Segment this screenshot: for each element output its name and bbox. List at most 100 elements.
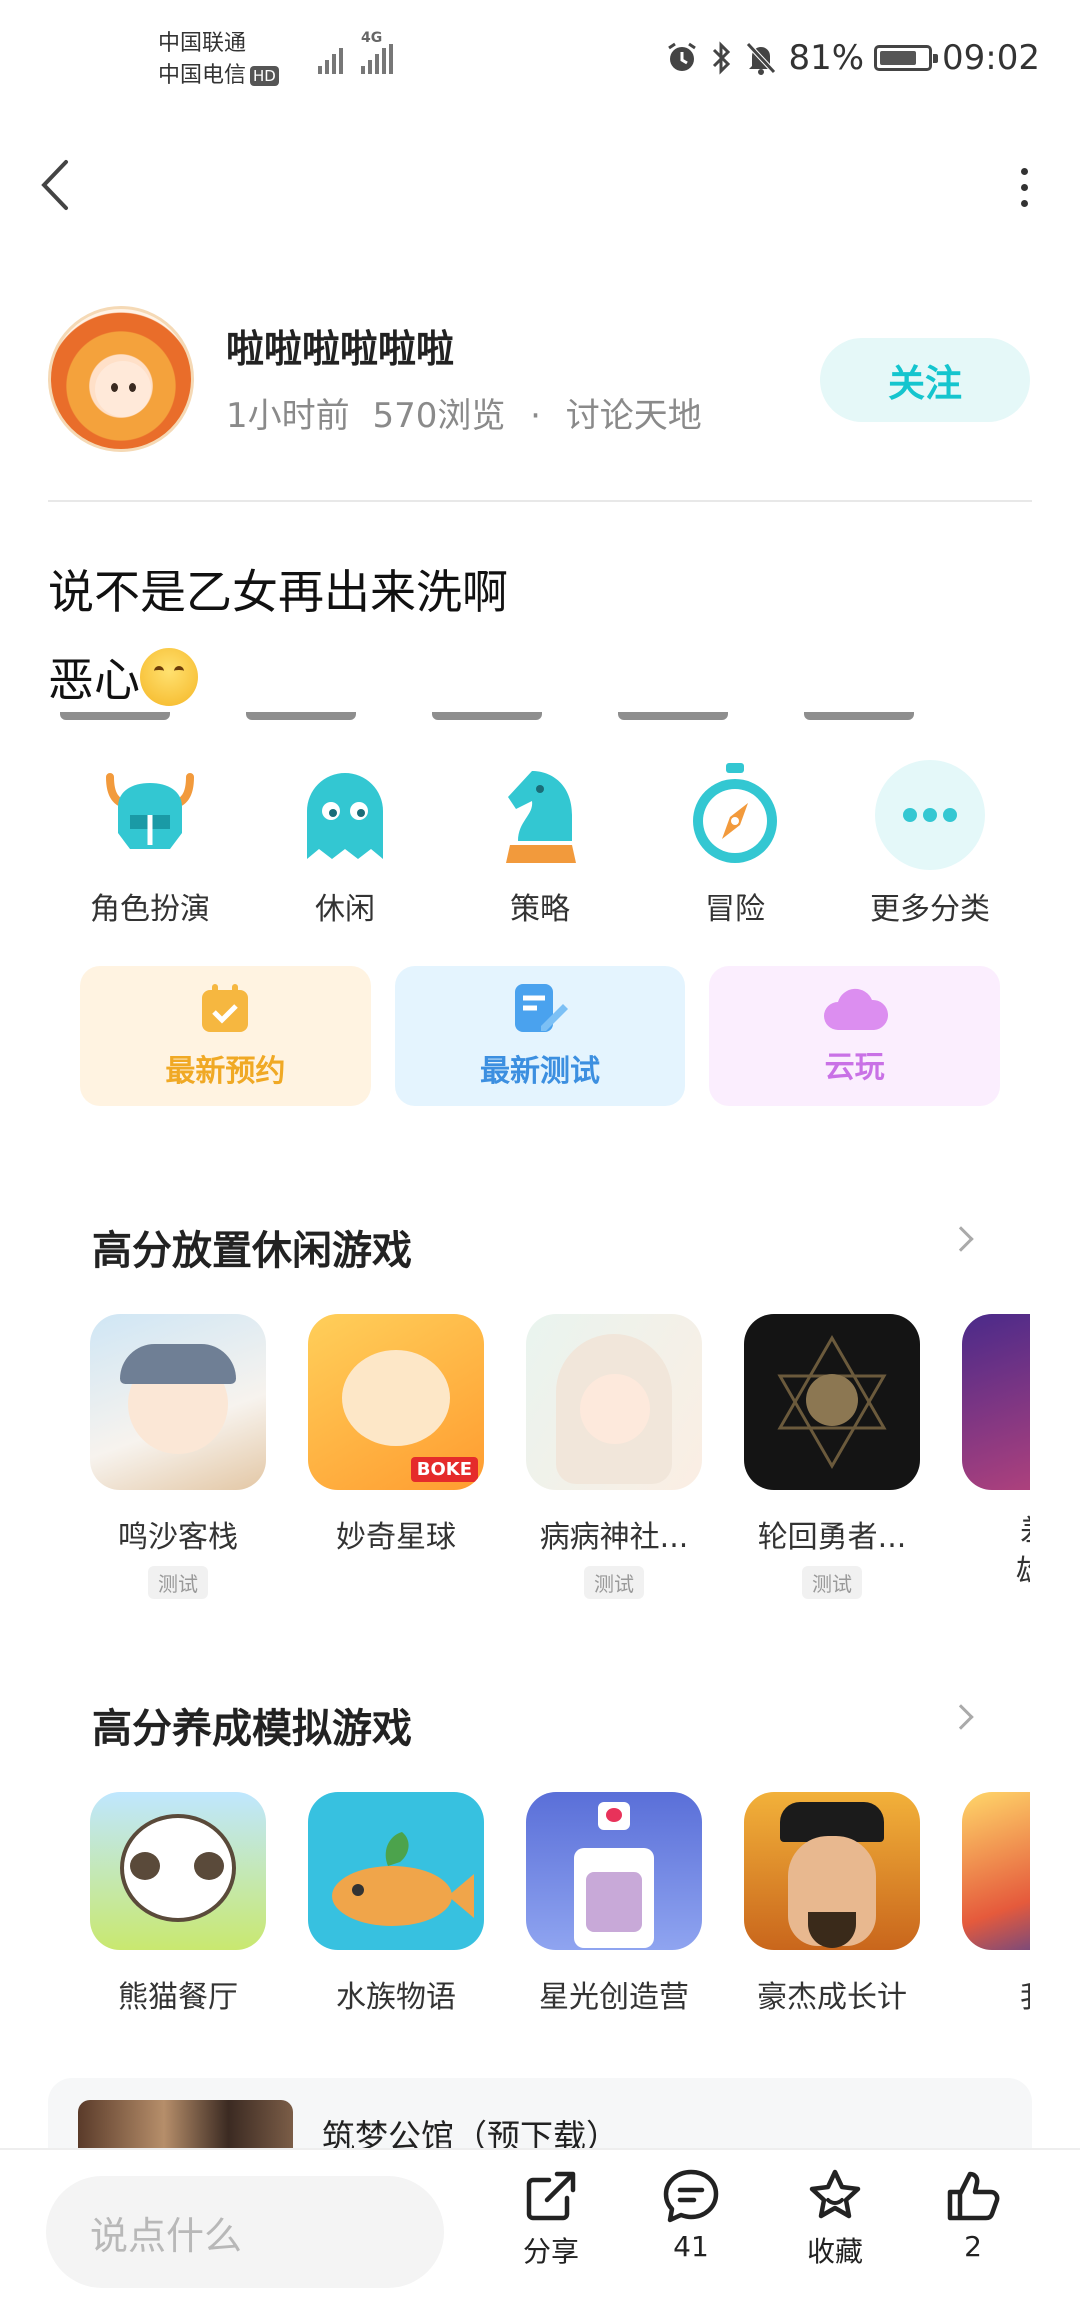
category-adventure[interactable]: 冒险 — [655, 760, 815, 928]
game-card[interactable]: BOKE 妙奇星球 — [308, 1314, 484, 1599]
cropped-labels — [60, 704, 1020, 720]
carrier-2: 中国电信 HD — [158, 60, 279, 92]
calendar-check-icon — [202, 984, 249, 1032]
game-icon — [962, 1314, 1030, 1490]
category-strategy[interactable]: 策略 — [460, 760, 620, 928]
game-icon — [526, 1792, 702, 1951]
battery-icon — [874, 45, 939, 71]
game-card[interactable]: 豪杰成长计 — [744, 1792, 920, 2012]
mute-icon — [746, 42, 777, 75]
signal-icons: 4G — [318, 30, 393, 74]
tile-new-reservation[interactable]: 最新预约 — [80, 966, 371, 1106]
game-card[interactable]: 水族物语 — [308, 1792, 484, 2012]
game-icon — [962, 1792, 1030, 1951]
edit-note-icon — [515, 984, 568, 1032]
smile-emoji-icon — [140, 648, 198, 706]
game-card[interactable]: 熊猫餐厅 — [90, 1792, 266, 2012]
status-right: 81% 09:02 — [664, 38, 1040, 78]
game-icon — [526, 1314, 702, 1490]
post-time: 1小时前 — [226, 396, 350, 436]
view-count: 570浏览 — [372, 396, 506, 436]
ghost-icon — [307, 773, 383, 859]
tile-new-test[interactable]: 最新测试 — [394, 966, 686, 1106]
game-name: 豪杰成长计 — [757, 1980, 907, 2012]
thumbs-up-icon — [947, 2171, 1000, 2221]
game-card[interactable]: 我们 — [962, 1792, 1030, 2012]
bluetooth-icon — [713, 41, 731, 75]
section-title-sim[interactable]: 高分养成模拟游戏 — [92, 1696, 412, 1754]
game-name: 我们 — [962, 1972, 1030, 2012]
more-dots-icon — [875, 760, 985, 870]
game-icon — [744, 1792, 920, 1951]
game-name: 水族物语 — [336, 1980, 456, 2012]
comment-icon — [663, 2169, 719, 2223]
game-icon — [744, 1314, 920, 1490]
post-content: 说不是乙女再出来洗啊 恶心 — [48, 548, 508, 724]
signal-bars-icon — [318, 48, 343, 74]
category-rpg[interactable]: 角色扮演 — [70, 760, 230, 928]
back-button[interactable] — [40, 158, 70, 216]
comment-input[interactable]: 说点什么 — [46, 2176, 444, 2288]
section-title-idle[interactable]: 高分放置休闲游戏 — [92, 1218, 412, 1276]
star-icon — [809, 2169, 861, 2219]
follow-button[interactable]: 关注 — [820, 338, 1030, 422]
category-more[interactable]: 更多分类 — [850, 760, 1010, 928]
battery-percent: 81% — [788, 38, 865, 78]
quick-tiles: 最新预约 最新测试 云玩 — [80, 966, 1001, 1106]
chevron-right-icon[interactable] — [948, 1704, 974, 1730]
post-meta: 1小时前 570浏览 · 讨论天地 — [226, 388, 702, 437]
test-tag: 测试 — [148, 1566, 208, 1599]
helmet-icon — [106, 773, 194, 849]
game-card[interactable]: 星光创造营 — [526, 1792, 702, 2012]
battery-fill — [880, 51, 917, 65]
divider — [48, 500, 1032, 502]
game-icon — [90, 1792, 266, 1951]
game-name: 差不 — [1020, 1512, 1030, 1552]
post-line-1: 说不是乙女再出来洗啊 — [48, 565, 508, 619]
more-vertical-icon — [1021, 168, 1028, 175]
meta-dot: · — [530, 396, 541, 436]
network-type: 4G — [361, 30, 393, 74]
game-card[interactable]: 轮回勇者... 测试 — [744, 1314, 920, 1599]
game-row-sim: 熊猫餐厅 水族物语 星光创造营 豪杰成长计 我们 — [90, 1792, 1030, 2012]
comment-button[interactable]: 41 — [636, 2168, 746, 2263]
game-icon — [90, 1314, 266, 1490]
like-button[interactable]: 2 — [918, 2168, 1028, 2263]
game-name: 妙奇星球 — [336, 1520, 456, 1555]
alarm-icon — [668, 42, 697, 71]
chevron-left-icon — [41, 160, 68, 210]
game-name-line2: 雄20 — [1016, 1552, 1030, 1592]
test-tag: 测试 — [802, 1566, 862, 1599]
board-link[interactable]: 讨论天地 — [566, 396, 702, 436]
game-name: 轮回勇者... — [757, 1520, 907, 1555]
share-icon — [526, 2171, 576, 2221]
game-name: 鸣沙客栈 — [118, 1520, 238, 1555]
game-name: 熊猫餐厅 — [118, 1980, 238, 2012]
game-name: 星光创造营 — [539, 1980, 689, 2012]
test-tag: 测试 — [584, 1566, 644, 1599]
cloud-icon — [823, 988, 888, 1030]
avatar[interactable] — [48, 306, 194, 452]
compass-icon — [693, 763, 777, 863]
favorite-button[interactable]: 收藏 — [780, 2168, 890, 2270]
author-name[interactable]: 啦啦啦啦啦啦 — [226, 318, 454, 373]
signal-bars-2-icon — [361, 44, 393, 74]
carrier-info: 中国联通 中国电信 HD — [158, 28, 279, 92]
tile-cloud-play[interactable]: 云玩 — [709, 966, 1001, 1106]
share-button[interactable]: 分享 — [496, 2168, 606, 2270]
more-button[interactable] — [1021, 168, 1028, 207]
game-icon: BOKE — [308, 1314, 484, 1490]
category-casual[interactable]: 休闲 — [265, 760, 425, 928]
game-card[interactable]: 病病神社... 测试 — [526, 1314, 702, 1599]
game-icon — [308, 1792, 484, 1951]
game-card[interactable]: 差不 雄20 — [962, 1314, 1030, 1599]
game-card[interactable]: 鸣沙客栈 测试 — [90, 1314, 266, 1599]
carrier-1: 中国联通 — [158, 31, 247, 56]
category-row: 角色扮演 休闲 策略 冒险 更多分类 — [70, 760, 1010, 928]
chevron-right-icon[interactable] — [948, 1226, 974, 1252]
bottom-action-bar: 说点什么 分享 41 收藏 2 — [0, 2148, 1080, 2310]
game-row-idle: 鸣沙客栈 测试 BOKE 妙奇星球 病病神社... 测试 轮回勇者... 测试 … — [90, 1314, 1030, 1599]
chess-knight-icon — [506, 771, 576, 863]
game-name: 病病神社... — [539, 1520, 689, 1555]
clock: 09:02 — [942, 38, 1040, 78]
